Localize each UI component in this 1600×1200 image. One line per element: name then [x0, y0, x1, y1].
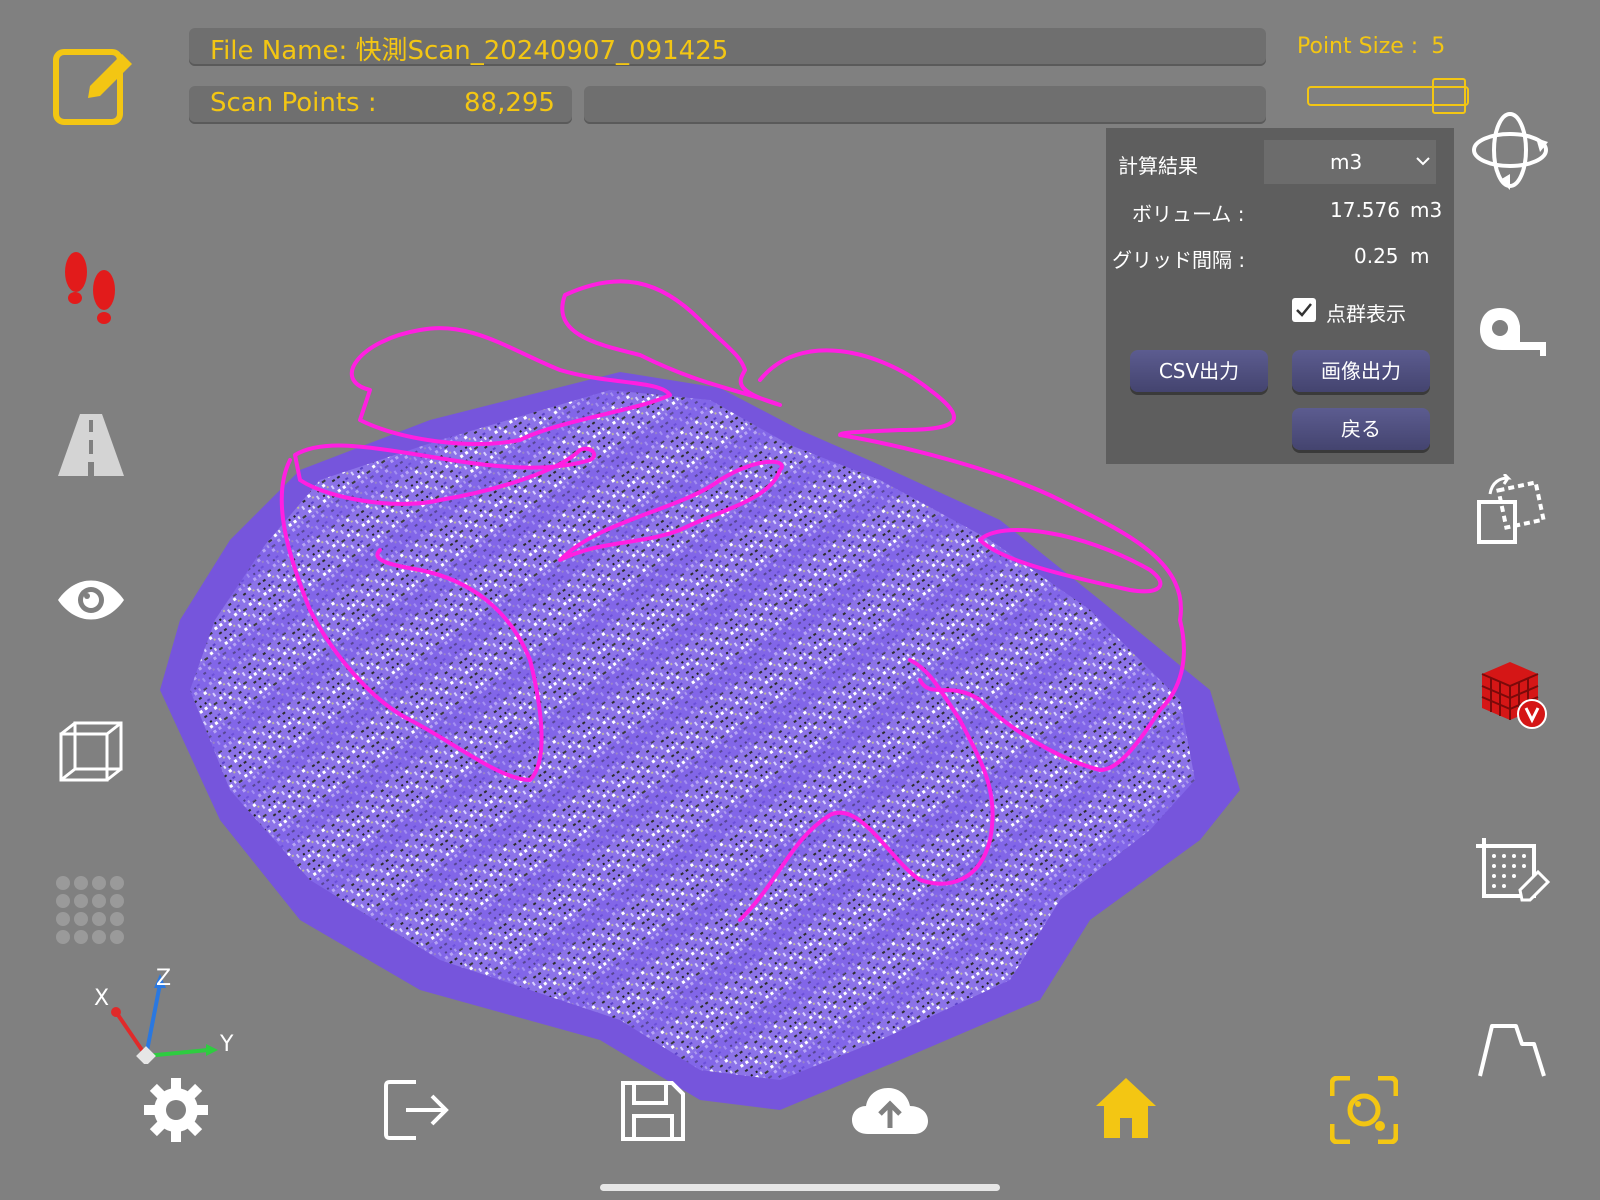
- csv-export-button[interactable]: CSV出力: [1130, 350, 1268, 392]
- home-indicator: [600, 1184, 1000, 1191]
- unit-select-value: m3: [1330, 150, 1363, 174]
- cloud-upload-icon[interactable]: [852, 1086, 928, 1136]
- tape-measure-icon[interactable]: [1478, 306, 1548, 356]
- transform-copy-icon[interactable]: [1476, 474, 1546, 546]
- footprints-icon[interactable]: [58, 250, 124, 330]
- point-size-label: Point Size : 5: [1297, 34, 1446, 59]
- point-size-value: 5: [1431, 34, 1446, 59]
- calculation-result-panel: 計算結果 m3 ボリューム : 17.576 m3 グリッド間隔 : 0.25 …: [1106, 128, 1454, 464]
- axis-label-z: Z: [156, 966, 172, 991]
- profile-section-icon[interactable]: [1478, 1022, 1546, 1078]
- checkmark-icon: [1296, 303, 1312, 317]
- panel-title: 計算結果: [1118, 154, 1198, 178]
- voxel-volume-icon[interactable]: [1476, 656, 1548, 730]
- save-icon[interactable]: [620, 1080, 686, 1142]
- unit-select[interactable]: m3: [1264, 140, 1436, 184]
- settings-icon[interactable]: [144, 1078, 208, 1142]
- scan-points-label: Scan Points :: [210, 88, 377, 118]
- file-name-text: File Name: 快測Scan_20240907_091425: [210, 36, 729, 66]
- exit-icon[interactable]: [382, 1078, 452, 1142]
- volume-unit: m3: [1410, 198, 1443, 222]
- pointcloud-checkbox[interactable]: [1292, 298, 1316, 322]
- axis-label-x: X: [94, 986, 110, 1011]
- volume-value: 17.576: [1330, 198, 1400, 222]
- home-icon[interactable]: [1094, 1076, 1158, 1140]
- grid-interval-unit: m: [1410, 244, 1430, 268]
- volume-label: ボリューム :: [1132, 202, 1245, 226]
- grid-interval-value: 0.25: [1354, 244, 1399, 268]
- point-size-slider-thumb[interactable]: [1432, 78, 1466, 114]
- grid-interval-label: グリッド間隔 :: [1112, 248, 1246, 272]
- image-export-button[interactable]: 画像出力: [1292, 350, 1430, 392]
- axis-label-y: Y: [220, 1032, 234, 1057]
- dot-grid-icon[interactable]: [54, 874, 126, 946]
- chevron-down-icon: [1416, 157, 1430, 166]
- road-icon[interactable]: [58, 414, 124, 476]
- orbit-rotate-icon[interactable]: [1470, 110, 1550, 190]
- eye-icon[interactable]: [56, 578, 126, 622]
- grid-erase-icon[interactable]: [1476, 838, 1550, 906]
- back-button[interactable]: 戻る: [1292, 408, 1430, 450]
- progress-bar: [584, 86, 1266, 124]
- camera-capture-icon[interactable]: [1330, 1076, 1398, 1144]
- edit-icon[interactable]: [52, 44, 136, 128]
- wireframe-cube-icon[interactable]: [58, 720, 124, 786]
- scan-points-value: 88,295: [464, 88, 555, 118]
- pointcloud-checkbox-label: 点群表示: [1326, 302, 1406, 326]
